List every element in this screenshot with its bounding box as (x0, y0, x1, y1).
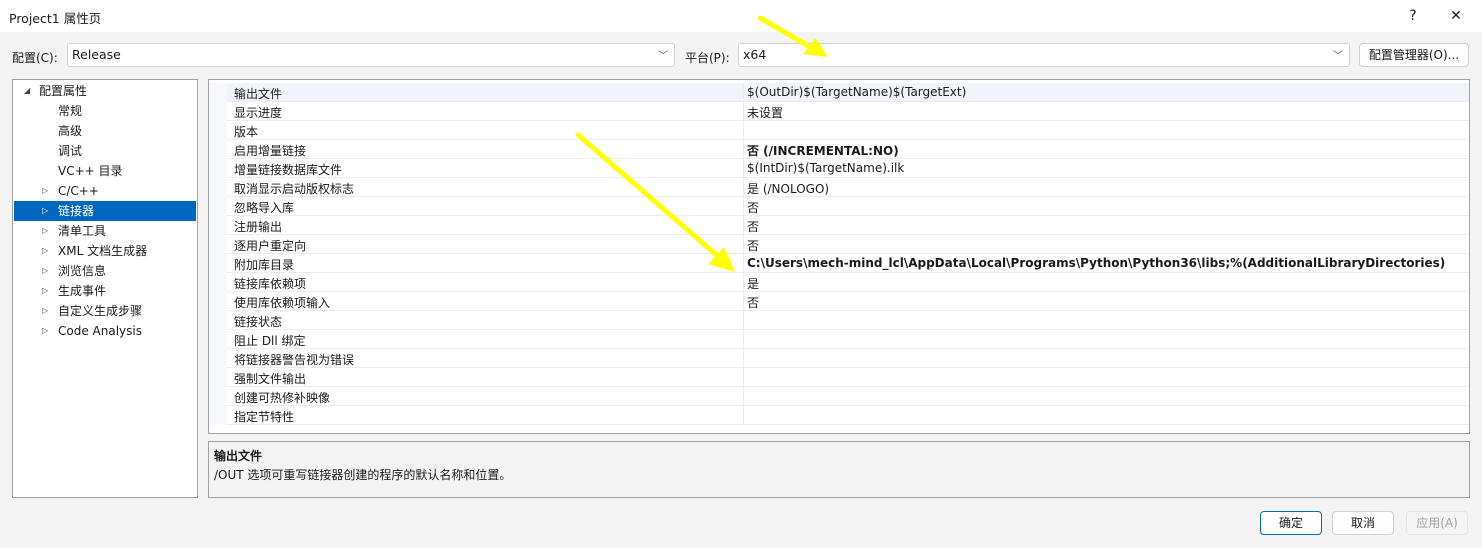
annotation-arrows (575, 15, 828, 272)
annotation-arrow (757, 15, 818, 53)
annotation-arrow (575, 132, 725, 263)
